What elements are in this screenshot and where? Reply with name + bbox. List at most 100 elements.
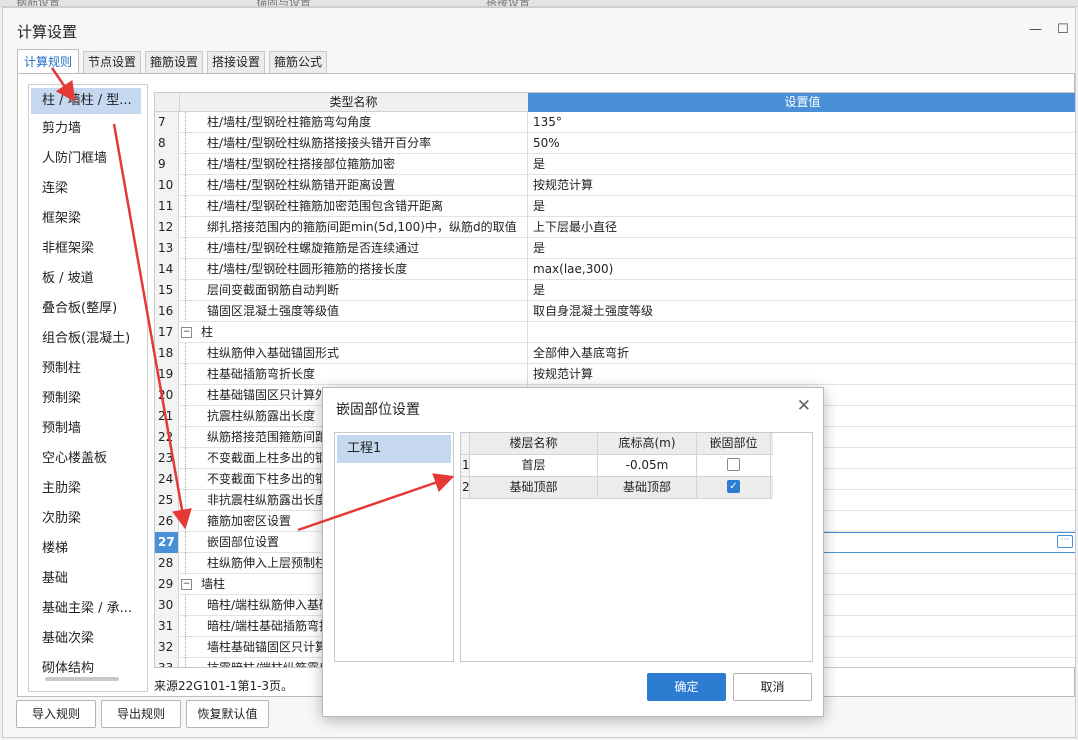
column-header-value[interactable]: 设置值: [528, 93, 1075, 112]
close-icon[interactable]: ✕: [797, 396, 811, 416]
column-header-name[interactable]: 类型名称: [179, 93, 527, 112]
row-number: 27: [155, 532, 179, 553]
row-name: 柱/墙柱/型钢砼柱箍筋弯勾角度: [207, 115, 372, 129]
tab-stirrup-settings[interactable]: 箍筋设置: [145, 51, 203, 73]
table-row[interactable]: 18 柱纵筋伸入基础锚固形式 全部伸入基底弯折: [155, 343, 1075, 364]
sidebar-item[interactable]: 楼梯: [29, 534, 147, 564]
row-number: 23: [155, 448, 179, 469]
sidebar-item[interactable]: 预制梁: [29, 384, 147, 414]
floor-elevation[interactable]: 基础顶部: [598, 477, 697, 498]
row-number: 26: [155, 511, 179, 532]
sidebar-item[interactable]: 剪力墙: [29, 114, 147, 144]
column-header-elevation[interactable]: 底标高(m): [598, 433, 697, 454]
sidebar-hscrollbar[interactable]: [45, 677, 119, 681]
table-row[interactable]: 10 柱/墙柱/型钢砼柱纵筋错开距离设置 按规范计算: [155, 175, 1075, 196]
table-row[interactable]: 17− 柱: [155, 322, 1075, 343]
anchorage-checkbox[interactable]: ✓: [727, 480, 740, 493]
anchorage-cell: [697, 455, 771, 476]
ellipsis-button[interactable]: ···: [1057, 535, 1073, 548]
row-number: 2: [461, 477, 470, 498]
table-row[interactable]: 11 柱/墙柱/型钢砼柱箍筋加密范围包含错开距离 是: [155, 196, 1075, 217]
tab-stirrup-formula[interactable]: 箍筋公式: [269, 51, 327, 73]
tab-node-settings[interactable]: 节点设置: [83, 51, 141, 73]
row-value[interactable]: 取自身混凝土强度等级: [529, 301, 1075, 322]
project-item[interactable]: 工程1: [337, 435, 451, 463]
row-name: 柱/墙柱/型钢砼柱螺旋箍筋是否连续通过: [207, 241, 420, 255]
column-header-anchorage[interactable]: 嵌固部位: [697, 433, 771, 454]
row-number: 14: [155, 259, 179, 280]
floor-name[interactable]: 首层: [470, 455, 598, 476]
row-value[interactable]: 50%: [529, 133, 1075, 154]
column-header-floor[interactable]: 楼层名称: [470, 433, 598, 454]
sidebar-item[interactable]: 连梁: [29, 174, 147, 204]
row-value[interactable]: 全部伸入基底弯折: [529, 343, 1075, 364]
floor-table-header: 楼层名称 底标高(m) 嵌固部位: [461, 433, 773, 455]
sidebar-item[interactable]: 基础次梁: [29, 624, 147, 654]
table-row[interactable]: 12 绑扎搭接范围内的箍筋间距min(5d,100)中，纵筋d的取值 上下层最小直径: [155, 217, 1075, 238]
row-number: 12: [155, 217, 179, 238]
sidebar-item[interactable]: 预制柱: [29, 354, 147, 384]
tree-guide-line: [185, 595, 186, 616]
table-row[interactable]: 7 柱/墙柱/型钢砼柱箍筋弯勾角度 135°: [155, 112, 1075, 133]
sidebar-item[interactable]: 预制墙: [29, 414, 147, 444]
row-number: 15: [155, 280, 179, 301]
row-name: 柱/墙柱/型钢砼柱纵筋搭接接头错开百分率: [207, 136, 432, 150]
row-value[interactable]: 是: [529, 280, 1075, 301]
cancel-button[interactable]: 取消: [733, 673, 812, 701]
sidebar-item[interactable]: 非框架梁: [29, 234, 147, 264]
sidebar-item[interactable]: 柱 / 墙柱 / 型...: [31, 88, 141, 114]
row-name: 层间变截面钢筋自动判断: [207, 283, 340, 297]
floor-name[interactable]: 基础顶部: [470, 477, 598, 498]
tab-calc-rules[interactable]: 计算规则: [17, 49, 79, 73]
sidebar-item[interactable]: 板 / 坡道: [29, 264, 147, 294]
sidebar-item[interactable]: 空心楼盖板: [29, 444, 147, 474]
sidebar-item[interactable]: 框架梁: [29, 204, 147, 234]
floor-elevation[interactable]: -0.05m: [598, 455, 697, 476]
table-row[interactable]: 8 柱/墙柱/型钢砼柱纵筋搭接接头错开百分率 50%: [155, 133, 1075, 154]
row-name: 柱纵筋伸入基础锚固形式: [207, 346, 340, 360]
floor-row[interactable]: 1 首层 -0.05m: [461, 455, 773, 477]
sidebar-item[interactable]: 基础: [29, 564, 147, 594]
minimize-icon[interactable]: —: [1029, 22, 1042, 37]
row-value[interactable]: 按规范计算: [529, 364, 1075, 385]
row-name: 箍筋加密区设置: [207, 514, 292, 528]
row-value[interactable]: 上下层最小直径: [529, 217, 1075, 238]
floor-row[interactable]: 2 基础顶部 基础顶部 ✓: [461, 477, 773, 499]
row-value[interactable]: max(lae,300): [529, 259, 1075, 280]
row-value[interactable]: 是: [529, 154, 1075, 175]
row-value[interactable]: 按规范计算: [529, 175, 1075, 196]
sidebar-item[interactable]: 组合板(混凝土): [29, 324, 147, 354]
row-number: 24: [155, 469, 179, 490]
table-row[interactable]: 16 锚固区混凝土强度等级值 取自身混凝土强度等级: [155, 301, 1075, 322]
collapse-icon[interactable]: −: [181, 579, 192, 590]
collapse-icon[interactable]: −: [181, 327, 192, 338]
import-rules-button[interactable]: 导入规则: [16, 700, 96, 728]
row-value[interactable]: 是: [529, 238, 1075, 259]
restore-defaults-button[interactable]: 恢复默认值: [186, 700, 269, 728]
sidebar-item[interactable]: 次肋梁: [29, 504, 147, 534]
row-value[interactable]: 135°: [529, 112, 1075, 133]
row-value[interactable]: [529, 322, 1075, 343]
table-row[interactable]: 19 柱基础插筋弯折长度 按规范计算: [155, 364, 1075, 385]
row-number: 25: [155, 490, 179, 511]
row-name: 纵筋搭接范围箍筋间距: [207, 430, 328, 444]
sidebar-item[interactable]: 叠合板(整厚): [29, 294, 147, 324]
tab-lap-settings[interactable]: 搭接设置: [207, 51, 265, 73]
sidebar-item[interactable]: 主肋梁: [29, 474, 147, 504]
ok-button[interactable]: 确定: [647, 673, 726, 701]
sidebar-item[interactable]: 人防门框墙: [29, 144, 147, 174]
maximize-icon[interactable]: ☐: [1057, 22, 1069, 37]
table-row[interactable]: 15 层间变截面钢筋自动判断 是: [155, 280, 1075, 301]
tree-guide-line: [185, 175, 186, 196]
table-row[interactable]: 14 柱/墙柱/型钢砼柱圆形箍筋的搭接长度 max(lae,300): [155, 259, 1075, 280]
row-number: 32: [155, 637, 179, 658]
table-row[interactable]: 9 柱/墙柱/型钢砼柱搭接部位箍筋加密 是: [155, 154, 1075, 175]
anchorage-checkbox[interactable]: [727, 458, 740, 471]
row-name: 绑扎搭接范围内的箍筋间距min(5d,100)中，纵筋d的取值: [207, 220, 517, 234]
row-name: 锚固区混凝土强度等级值: [207, 304, 340, 318]
sidebar-item[interactable]: 基础主梁 / 承...: [29, 594, 147, 624]
table-row[interactable]: 13 柱/墙柱/型钢砼柱螺旋箍筋是否连续通过 是: [155, 238, 1075, 259]
export-rules-button[interactable]: 导出规则: [101, 700, 181, 728]
row-number: 28: [155, 553, 179, 574]
row-value[interactable]: 是: [529, 196, 1075, 217]
